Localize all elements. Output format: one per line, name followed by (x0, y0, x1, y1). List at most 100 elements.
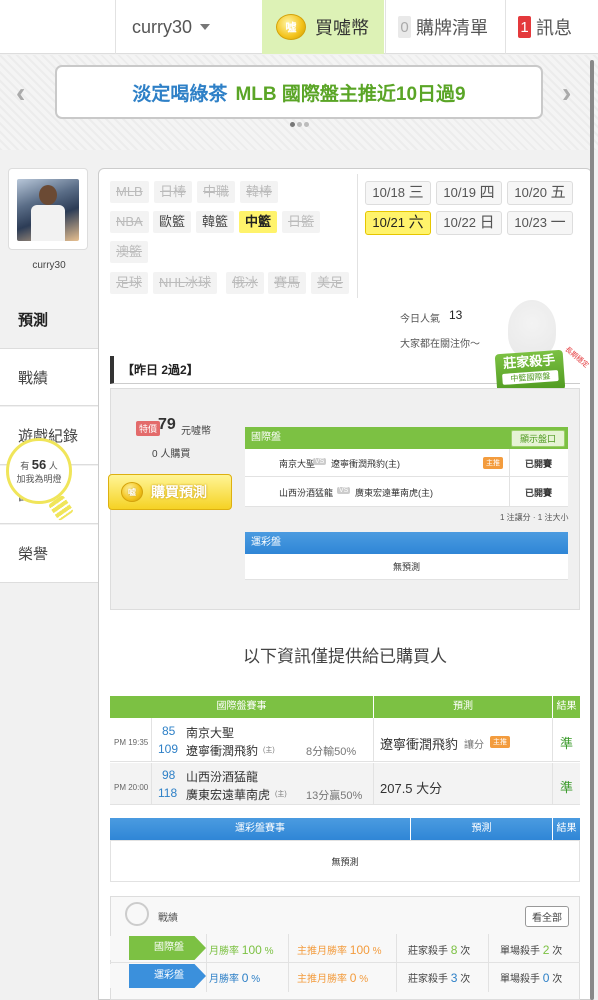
pct-unit: % (264, 946, 274, 957)
main-rate-value: 100 (349, 943, 370, 957)
table-row: 山西汾酒猛龍 VS 廣東宏遠華南虎(主) 已開賽 (245, 477, 568, 507)
sport-cpbl[interactable]: 中職 (197, 181, 236, 203)
date-text: 10/22 (443, 215, 476, 230)
nav-record[interactable]: 戰績 (0, 348, 98, 406)
main-pick-pill: 主推 (490, 736, 510, 748)
sport-mlb[interactable]: MLB (110, 181, 149, 203)
weekday: 四 (479, 184, 495, 201)
user-menu[interactable]: curry30 (115, 0, 261, 54)
nav-honor[interactable]: 榮譽 (0, 525, 98, 583)
date-1023[interactable]: 10/23 一 (507, 211, 573, 235)
main-rate-value: 0 (349, 971, 357, 985)
lottery-table-empty: 無預測 (110, 840, 580, 882)
game-time: PM 19:35 (114, 738, 149, 747)
killer-count: 8 (450, 943, 458, 957)
vs-icon: VS (337, 487, 351, 494)
cart-count: 0 (398, 16, 411, 38)
show-odds-button[interactable]: 顯示盤口 (511, 430, 566, 447)
killer-label: 莊家殺手 (408, 946, 448, 957)
banner-card[interactable]: 淡定喝綠茶 MLB 國際盤主推近10日過9 (55, 65, 543, 119)
sport-jp-basketball[interactable]: 日籃 (282, 211, 321, 233)
avatar-frame (8, 168, 88, 250)
col-result: 結果 (553, 818, 580, 840)
col-lottery-game: 運彩盤賽事 (110, 818, 410, 840)
carousel-dot[interactable] (297, 122, 302, 127)
month-rate: 月勝率 0 % (209, 970, 260, 985)
view-all-button[interactable]: 看全部 (525, 906, 569, 927)
record-row-name: 運彩盤 (154, 970, 184, 981)
single-count: 0 (542, 971, 550, 985)
away-team: 山西汾酒猛龍 (186, 770, 259, 784)
away-team: 南京大聖 (279, 459, 316, 469)
buy-coin-button[interactable]: 噓 買噓幣 (262, 0, 384, 54)
main-rate-label: 主推月勝率 (297, 946, 347, 957)
single-label: 單場殺手 (500, 946, 540, 957)
carousel-dot-active[interactable] (290, 122, 295, 127)
result: 準 (560, 780, 574, 795)
sport-horse-racing[interactable]: 賽馬 (268, 272, 307, 294)
buy-prediction-label: 購買預測 (151, 484, 207, 500)
date-1020[interactable]: 10/20 五 (507, 181, 573, 205)
sport-nba[interactable]: NBA (110, 211, 149, 233)
coin-icon: 噓 (121, 482, 143, 502)
col-prediction: 預測 (374, 696, 552, 718)
home-team: 遼寧衝潤飛豹 (186, 744, 259, 758)
date-1021[interactable]: 10/21 六 (365, 211, 431, 235)
lottery-box-header: 運彩盤 (245, 532, 568, 554)
home-team: 廣東宏遠華南虎(主) (355, 488, 433, 498)
pick-team: 遼寧衝潤飛豹 (380, 737, 459, 752)
sport-nhl[interactable]: NHL冰球 (153, 272, 218, 294)
killer: 莊家殺手 8 次 (408, 942, 470, 957)
times-unit: 次 (552, 946, 563, 957)
banner: ‹ 淡定喝綠茶 MLB 國際盤主推近10日過9 › (0, 55, 598, 150)
pick-total: 207.5 大分 (380, 781, 443, 796)
game-time: PM 20:00 (114, 783, 149, 792)
top-nav: curry30 噓 買噓幣 0 購牌清單 1 訊息 (0, 0, 598, 54)
fans-prefix: 有 (20, 461, 30, 471)
date-text: 10/23 (514, 215, 547, 230)
date-1022[interactable]: 10/22 日 (436, 211, 502, 235)
message-label: 訊息 (536, 18, 572, 38)
sport-ru-hockey[interactable]: 俄冰 (226, 272, 265, 294)
main-rate-label: 主推月勝率 (297, 974, 347, 985)
main-pick-pill: 主推 (483, 457, 503, 469)
date-text: 10/21 (372, 215, 405, 230)
scrollbar[interactable] (590, 60, 594, 1000)
date-1019[interactable]: 10/19 四 (436, 181, 502, 205)
single-count: 2 (542, 943, 550, 957)
date-text: 10/18 (372, 185, 405, 200)
single: 單場殺手 2 次 (500, 942, 562, 957)
sport-jp-baseball[interactable]: 日棒 (154, 181, 193, 203)
sport-eu-basketball[interactable]: 歐籃 (153, 211, 192, 233)
popularity-sub: 大家都在關注你～ (400, 339, 480, 350)
cart-button[interactable]: 0 購牌清單 (385, 0, 505, 54)
sport-kr-basketball[interactable]: 韓籃 (196, 211, 235, 233)
sport-us-football[interactable]: 美足 (311, 272, 350, 294)
killer: 莊家殺手 3 次 (408, 970, 470, 985)
sport-cn-basketball[interactable]: 中籃 (239, 211, 278, 233)
caret-down-icon (200, 24, 211, 30)
buy-prediction-button[interactable]: 噓 購買預測 (108, 474, 232, 510)
month-rate-value: 100 (241, 943, 262, 957)
chevron-right-icon[interactable]: › (562, 77, 571, 109)
date-1018[interactable]: 10/18 三 (365, 181, 431, 205)
fans-bulb[interactable]: 有 56 人 加我為明燈 (6, 438, 72, 504)
pct-unit: % (359, 974, 369, 985)
game-status: 已開賽 (525, 488, 553, 498)
chevron-left-icon[interactable]: ‹ (16, 77, 25, 109)
spread-line: 13分贏50% (306, 790, 363, 802)
weekday: 五 (550, 184, 566, 201)
message-button[interactable]: 1 訊息 (505, 0, 598, 54)
main-rate: 主推月勝率 100 % (297, 942, 382, 957)
popularity-label: 今日人氣 (400, 314, 440, 325)
buyers-only-title: 以下資訊僅提供給已購買人 (243, 647, 447, 666)
sale-tag: 特價 (136, 421, 161, 436)
carousel-dot[interactable] (304, 122, 309, 127)
killer-count: 3 (450, 971, 458, 985)
sport-kr-baseball[interactable]: 韓棒 (240, 181, 279, 203)
sport-au-basketball[interactable]: 澳籃 (110, 241, 149, 263)
sport-soccer[interactable]: 足球 (110, 272, 149, 294)
banner-text-green: MLB 國際盤主推近10日過9 (235, 83, 466, 105)
nav-predict[interactable]: 預測 (0, 290, 98, 348)
avatar[interactable] (17, 179, 79, 241)
